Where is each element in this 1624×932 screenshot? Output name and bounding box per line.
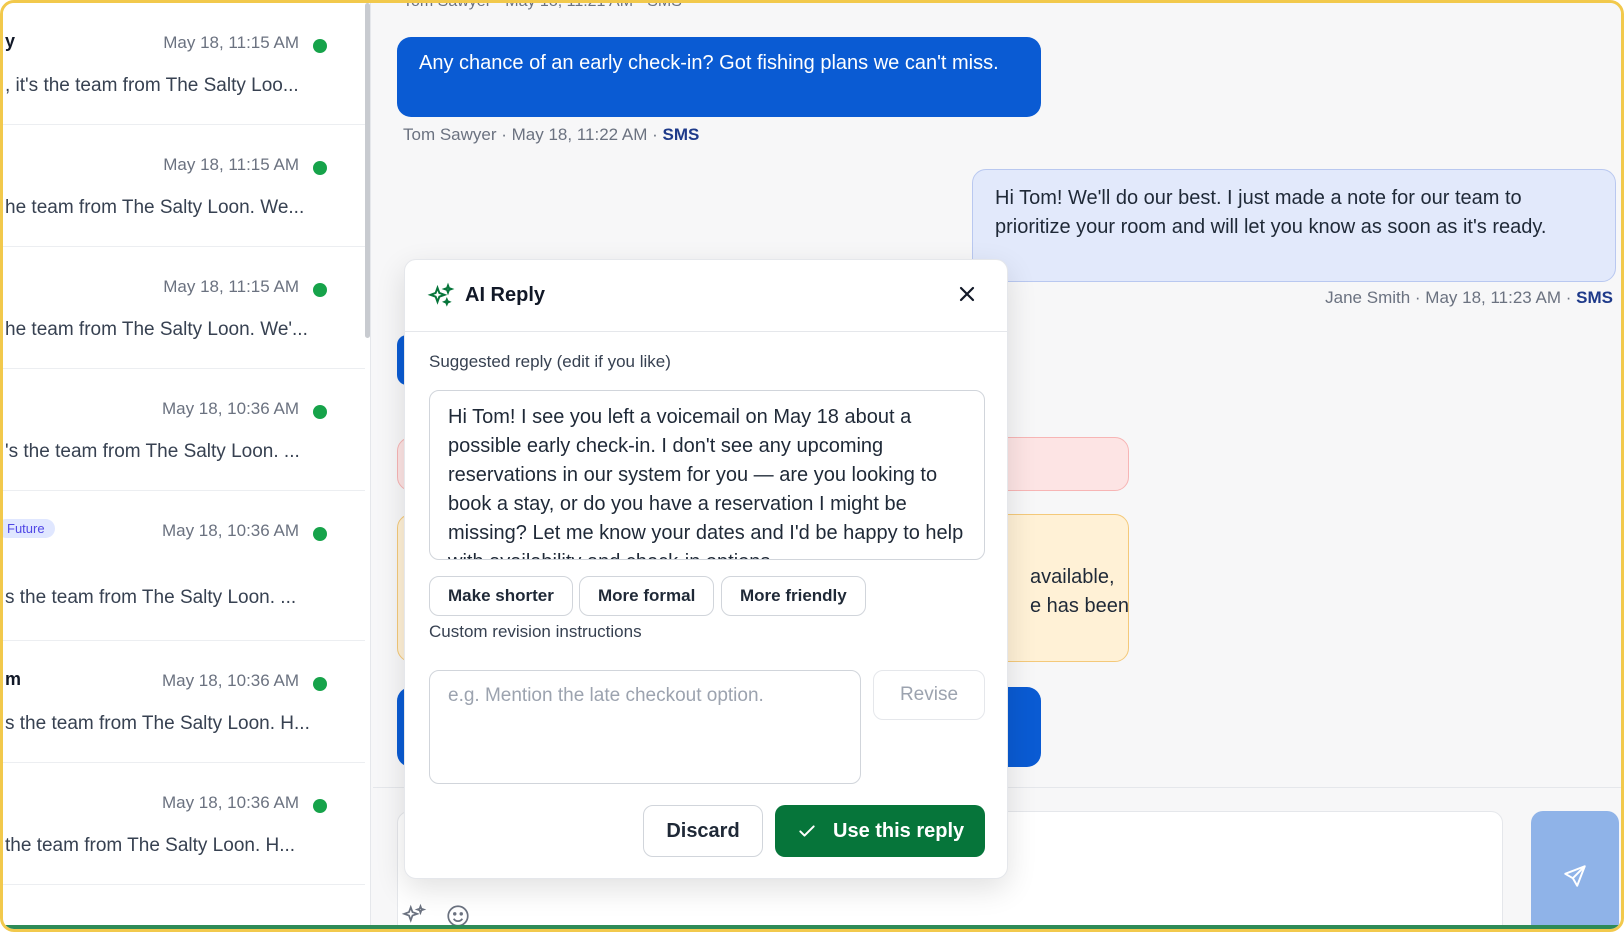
dialog-title: AI Reply: [465, 284, 546, 306]
status-dot: [313, 283, 327, 297]
use-reply-label: Use this reply: [833, 820, 965, 842]
conversation-time: May 18, 10:36 AM: [161, 671, 299, 690]
future-badge: Future: [3, 519, 55, 538]
suggested-reply-textarea[interactable]: Hi Tom! I see you left a voicemail on Ma…: [429, 390, 985, 560]
conversation-item[interactable]: May 18, 11:15 AM he team from The Salty …: [3, 125, 365, 247]
conversation-preview: 's the team from The Salty Loon. ...: [5, 441, 300, 462]
message-meta: Jane Smith · May 18, 11:23 AM · SMS: [1325, 288, 1613, 308]
conversation-preview: , it's the team from The Salty Loo...: [5, 75, 299, 96]
conversation-list: y May 18, 11:15 AM , it's the team from …: [3, 3, 371, 929]
conversation-item[interactable]: m May 18, 10:36 AM s the team from The S…: [3, 641, 365, 763]
custom-revision-label: Custom revision instructions: [429, 622, 642, 641]
conversation-time: May 18, 11:15 AM: [163, 155, 299, 174]
check-icon: [799, 825, 815, 837]
discard-button[interactable]: Discard: [643, 805, 763, 857]
conversation-time: May 18, 10:36 AM: [161, 399, 299, 418]
ai-reply-dialog: AI Reply Suggested reply (edit if you li…: [404, 259, 1008, 879]
suggested-reply-label: Suggested reply (edit if you like): [429, 352, 671, 371]
conversation-name: m: [5, 669, 22, 689]
conversation-preview: he team from The Salty Loon. We'...: [5, 319, 308, 340]
outgoing-message: Hi Tom! We'll do our best. I just made a…: [972, 169, 1616, 282]
app-window: y May 18, 11:15 AM , it's the team from …: [0, 0, 1624, 932]
channel-label: SMS: [1576, 288, 1613, 307]
conversation-preview: the team from The Salty Loon. H...: [5, 835, 296, 856]
conversation-item[interactable]: y May 18, 11:15 AM , it's the team from …: [3, 3, 365, 125]
more-formal-button[interactable]: More formal: [579, 576, 715, 616]
status-dot: [313, 527, 327, 541]
channel-label: SMS: [662, 125, 700, 144]
revise-button[interactable]: Revise: [873, 670, 985, 720]
conversation-name: y: [5, 31, 16, 51]
conversation-list-scrollbar[interactable]: [365, 3, 370, 338]
conversation-time: May 18, 10:36 AM: [161, 793, 299, 812]
status-dot: [313, 405, 327, 419]
system-note-line: e has been: [1030, 595, 1129, 617]
conversation-preview: s the team from The Salty Loon. ...: [5, 587, 297, 608]
system-note-line: available,: [1030, 566, 1115, 588]
send-button[interactable]: [1531, 811, 1619, 929]
status-dot: [313, 677, 327, 691]
close-icon[interactable]: [955, 282, 979, 306]
status-dot: [313, 799, 327, 813]
message-meta: Tom Sawyer · May 18, 11:22 AM · SMS: [403, 125, 699, 145]
ai-sparkle-icon: [427, 282, 455, 307]
conversation-item[interactable]: May 18, 10:36 AM the team from The Salty…: [3, 763, 365, 885]
conversation-item[interactable]: Future May 18, 10:36 AM s the team from …: [3, 491, 365, 641]
emoji-icon[interactable]: [445, 903, 471, 929]
message-meta: Tom Sawyer · May 18, 11:21 AM · SMS: [403, 0, 682, 10]
conversation-item[interactable]: May 18, 10:36 AM 's the team from The Sa…: [3, 369, 365, 491]
message-meta-text: Tom Sawyer · May 18, 11:22 AM ·: [403, 125, 663, 144]
ai-sparkle-icon[interactable]: [401, 903, 427, 929]
conversation-preview: he team from The Salty Loon. We...: [5, 197, 305, 218]
send-icon: [1564, 865, 1586, 887]
conversation-preview: s the team from The Salty Loon. H...: [5, 713, 310, 734]
custom-revision-input[interactable]: e.g. Mention the late checkout option.: [429, 670, 861, 784]
status-dot: [313, 161, 327, 175]
conversation-time: May 18, 11:15 AM: [163, 33, 299, 52]
message-meta-text: Jane Smith · May 18, 11:23 AM ·: [1325, 288, 1577, 307]
conversation-time: May 18, 10:36 AM: [161, 521, 299, 540]
conversation-time: May 18, 11:15 AM: [163, 277, 299, 296]
more-friendly-button[interactable]: More friendly: [721, 576, 866, 616]
dialog-header: AI Reply: [405, 260, 1007, 332]
make-shorter-button[interactable]: Make shorter: [429, 576, 573, 616]
conversation-item[interactable]: May 18, 11:15 AM he team from The Salty …: [3, 247, 365, 369]
use-reply-button[interactable]: Use this reply: [775, 805, 985, 857]
incoming-message: Any chance of an early check-in? Got fis…: [397, 37, 1041, 117]
status-dot: [313, 39, 327, 53]
